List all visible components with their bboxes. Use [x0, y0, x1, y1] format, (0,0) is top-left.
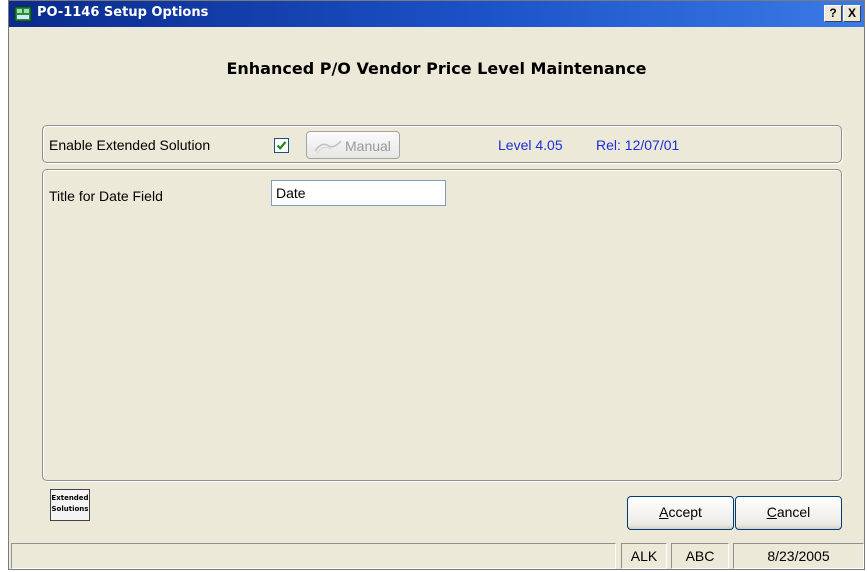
window-title: PO-1146 Setup Options: [37, 5, 209, 20]
setup-options-window: PO-1146 Setup Options ? X Enhanced P/O V…: [8, 0, 865, 570]
page-title: Enhanced P/O Vendor Price Level Maintena…: [226, 59, 647, 78]
enable-extended-checkbox[interactable]: [274, 138, 289, 153]
date-field-title-label: Title for Date Field: [49, 188, 163, 204]
accept-label: ccept: [668, 504, 702, 520]
status-date-cell: 8/23/2005: [733, 543, 864, 569]
status-user-cell: ALK: [621, 543, 667, 569]
check-icon: [276, 141, 287, 150]
logo-line-1: Extended: [51, 494, 89, 502]
release-text: Rel: 12/07/01: [596, 137, 680, 153]
close-button[interactable]: X: [843, 5, 861, 22]
cancel-button[interactable]: Cancel: [735, 496, 842, 530]
enable-extended-label: Enable Extended Solution: [49, 137, 211, 153]
extended-solutions-logo: Extended Solutions: [50, 489, 90, 521]
cancel-mnemonic: C: [766, 504, 777, 520]
level-text: Level 4.05: [498, 137, 563, 153]
date-field-title-input[interactable]: Date: [271, 180, 446, 206]
status-bar: ALK ABC 8/23/2005: [9, 541, 864, 571]
cancel-label: ancel: [776, 504, 811, 520]
manual-book-icon: [314, 140, 342, 154]
extended-solution-panel: Enable Extended Solution Manual Level 4.…: [42, 125, 842, 163]
settings-panel: Title for Date Field Date: [42, 169, 842, 481]
help-button[interactable]: ?: [824, 5, 842, 22]
logo-line-2: Solutions: [51, 505, 89, 513]
status-message-cell: [11, 543, 616, 569]
status-company-cell: ABC: [671, 543, 729, 569]
accept-button[interactable]: Accept: [627, 496, 734, 530]
manual-button[interactable]: Manual: [306, 131, 400, 159]
manual-button-label: Manual: [345, 138, 391, 154]
app-icon: [14, 6, 32, 22]
title-bar[interactable]: PO-1146 Setup Options ? X: [9, 1, 864, 27]
